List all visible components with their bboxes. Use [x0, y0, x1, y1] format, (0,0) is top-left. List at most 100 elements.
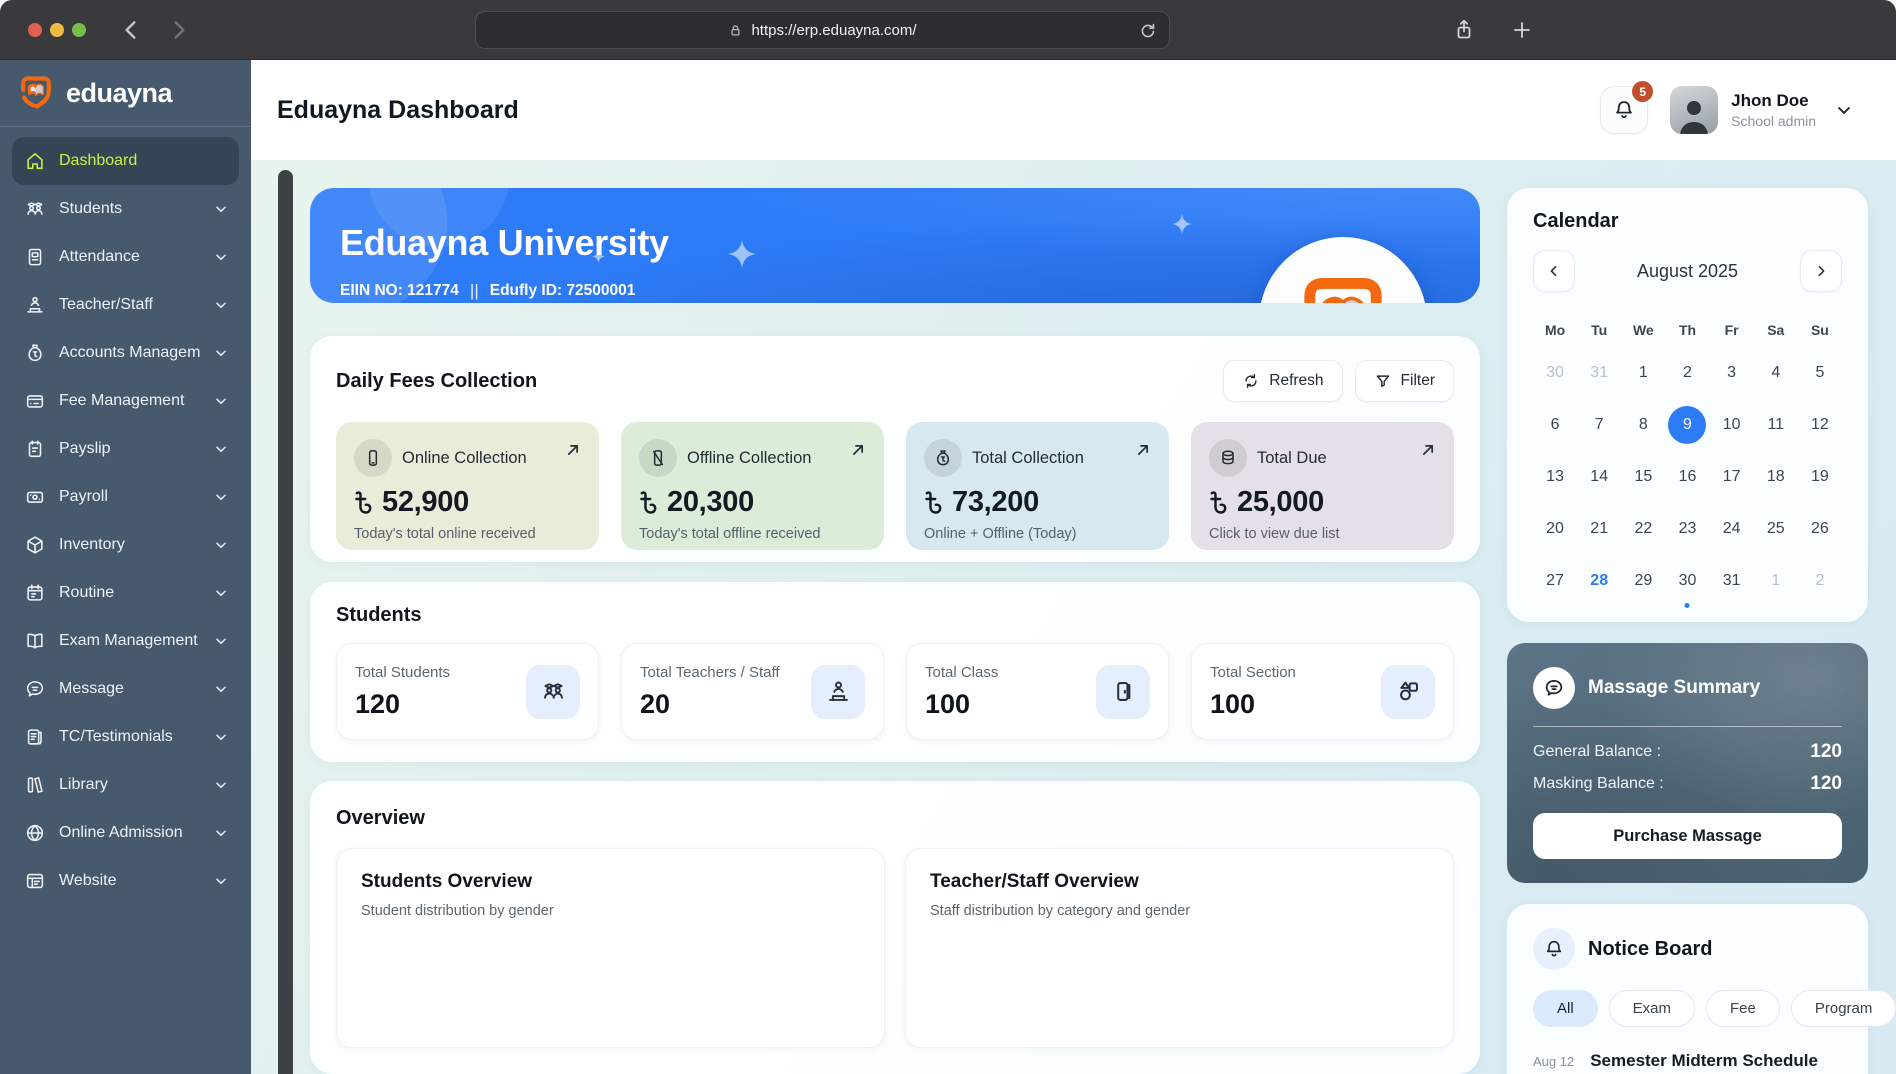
chevron-down-icon: [213, 201, 229, 217]
notice-filter-pill[interactable]: Fee: [1706, 990, 1780, 1027]
sidebar-item[interactable]: Website: [12, 857, 239, 905]
taka-currency-icon: [1209, 490, 1228, 515]
calendar-day[interactable]: 28: [1580, 562, 1618, 600]
reload-icon[interactable]: [1138, 21, 1157, 40]
sidebar-item[interactable]: Routine: [12, 569, 239, 617]
sidebar-item[interactable]: Accounts Management: [12, 329, 239, 377]
exam-icon: [24, 630, 46, 652]
notice-filter-pill[interactable]: All: [1533, 990, 1598, 1027]
calendar-day[interactable]: 17: [1713, 458, 1751, 496]
refresh-icon: [1242, 372, 1260, 390]
calendar-prev-button[interactable]: [1533, 250, 1575, 292]
arrow-up-right-icon[interactable]: [848, 440, 868, 460]
fee-card[interactable]: Total Due 25,000: [1191, 422, 1454, 550]
overview-cards-row: Students Overview Student distribution b…: [336, 848, 1454, 1048]
calendar-day[interactable]: 2: [1668, 354, 1706, 392]
calendar-day[interactable]: 30: [1668, 562, 1706, 600]
calendar-day[interactable]: 27: [1536, 562, 1574, 600]
sidebar-item[interactable]: Teacher/Staff: [12, 281, 239, 329]
calendar-day[interactable]: 2: [1801, 562, 1839, 600]
brand-name: eduayna: [66, 78, 172, 109]
sidebar-item[interactable]: Attendance: [12, 233, 239, 281]
sidebar-item[interactable]: Students: [12, 185, 239, 233]
arrow-up-right-icon[interactable]: [563, 440, 583, 460]
calendar-day[interactable]: 29: [1624, 562, 1662, 600]
calendar-day[interactable]: 7: [1580, 406, 1618, 444]
globe-icon: [24, 822, 46, 844]
calendar-day[interactable]: 1: [1757, 562, 1795, 600]
calendar-day[interactable]: 31: [1713, 562, 1751, 600]
calendar-day[interactable]: 30: [1536, 354, 1574, 392]
calendar-day[interactable]: 25: [1757, 510, 1795, 548]
calendar-day[interactable]: 1: [1624, 354, 1662, 392]
sidebar-item[interactable]: Fee Management: [12, 377, 239, 425]
user-menu[interactable]: Jhon Doe School admin: [1731, 91, 1816, 129]
address-bar[interactable]: https://erp.eduayna.com/: [475, 11, 1170, 49]
fee-card[interactable]: Total Collection 7: [906, 422, 1169, 550]
refresh-button[interactable]: Refresh: [1223, 360, 1342, 402]
overview-card-subtitle: Student distribution by gender: [361, 903, 860, 919]
calendar-day[interactable]: 9: [1668, 406, 1706, 444]
calendar-day[interactable]: 24: [1713, 510, 1751, 548]
forward-button[interactable]: [166, 17, 192, 43]
notice-filter-pill[interactable]: Program: [1791, 990, 1896, 1027]
share-icon[interactable]: [1452, 18, 1476, 42]
scrollbar-thumb[interactable]: [278, 170, 293, 1074]
chevron-down-icon[interactable]: [1834, 100, 1854, 120]
calendar-day[interactable]: 14: [1580, 458, 1618, 496]
calendar-weekdays: Mo Tu We Th Fr Sa: [1533, 322, 1842, 338]
back-button[interactable]: [118, 17, 144, 43]
sidebar-item[interactable]: Library: [12, 761, 239, 809]
calendar-day[interactable]: 21: [1580, 510, 1618, 548]
minimize-window-button[interactable]: [50, 23, 64, 37]
calendar-day[interactable]: 8: [1624, 406, 1662, 444]
calendar-day[interactable]: 15: [1624, 458, 1662, 496]
dashboard-content: Eduayna University EIIN NO: 121774 || Ed…: [251, 160, 1896, 1074]
notice-item[interactable]: Aug 12 Semester Midterm Schedule: [1533, 1051, 1842, 1071]
fee-card[interactable]: Online Collection: [336, 422, 599, 550]
calendar-next-button[interactable]: [1800, 250, 1842, 292]
weekday-label: Mo: [1533, 322, 1577, 338]
sidebar-item[interactable]: Inventory: [12, 521, 239, 569]
notifications-button[interactable]: 5: [1600, 86, 1648, 134]
notice-filter-pill[interactable]: Exam: [1609, 990, 1695, 1027]
sidebar-item[interactable]: TC/Testimonials: [12, 713, 239, 761]
calendar-day[interactable]: 31: [1580, 354, 1618, 392]
calendar-day[interactable]: 22: [1624, 510, 1662, 548]
sidebar-item[interactable]: Payslip: [12, 425, 239, 473]
arrow-up-right-icon[interactable]: [1418, 440, 1438, 460]
calendar-day[interactable]: 11: [1757, 406, 1795, 444]
calendar-day[interactable]: 4: [1757, 354, 1795, 392]
calendar-day[interactable]: 13: [1536, 458, 1574, 496]
chevron-down-icon: [213, 873, 229, 889]
calendar-day[interactable]: 12: [1801, 406, 1839, 444]
sidebar-item[interactable]: Payroll: [12, 473, 239, 521]
calendar-day[interactable]: 18: [1757, 458, 1795, 496]
chevron-right-icon: [1813, 263, 1829, 279]
sidebar-item[interactable]: Dashboard: [12, 137, 239, 185]
calendar-day[interactable]: 26: [1801, 510, 1839, 548]
purchase-massage-button[interactable]: Purchase Massage: [1533, 813, 1842, 859]
close-window-button[interactable]: [28, 23, 42, 37]
calendar-day[interactable]: 16: [1668, 458, 1706, 496]
filter-button[interactable]: Filter: [1355, 360, 1454, 402]
calendar-day[interactable]: 20: [1536, 510, 1574, 548]
calendar-day[interactable]: 6: [1536, 406, 1574, 444]
new-tab-icon[interactable]: [1510, 18, 1534, 42]
calendar-day[interactable]: 3: [1713, 354, 1751, 392]
sidebar-item[interactable]: Online Admission: [12, 809, 239, 857]
calendar-day[interactable]: 10: [1713, 406, 1751, 444]
arrow-up-right-icon[interactable]: [1133, 440, 1153, 460]
sidebar-item[interactable]: Exam Management: [12, 617, 239, 665]
fee-card[interactable]: Offline Collection: [621, 422, 884, 550]
accounts-icon: [24, 342, 46, 364]
sidebar-item[interactable]: Message: [12, 665, 239, 713]
stat-value: 120: [355, 689, 526, 720]
user-avatar[interactable]: [1670, 86, 1718, 134]
home-icon: [24, 150, 46, 172]
calendar-day[interactable]: 23: [1668, 510, 1706, 548]
maximize-window-button[interactable]: [72, 23, 86, 37]
attendance-icon: [24, 246, 46, 268]
calendar-day[interactable]: 19: [1801, 458, 1839, 496]
calendar-day[interactable]: 5: [1801, 354, 1839, 392]
